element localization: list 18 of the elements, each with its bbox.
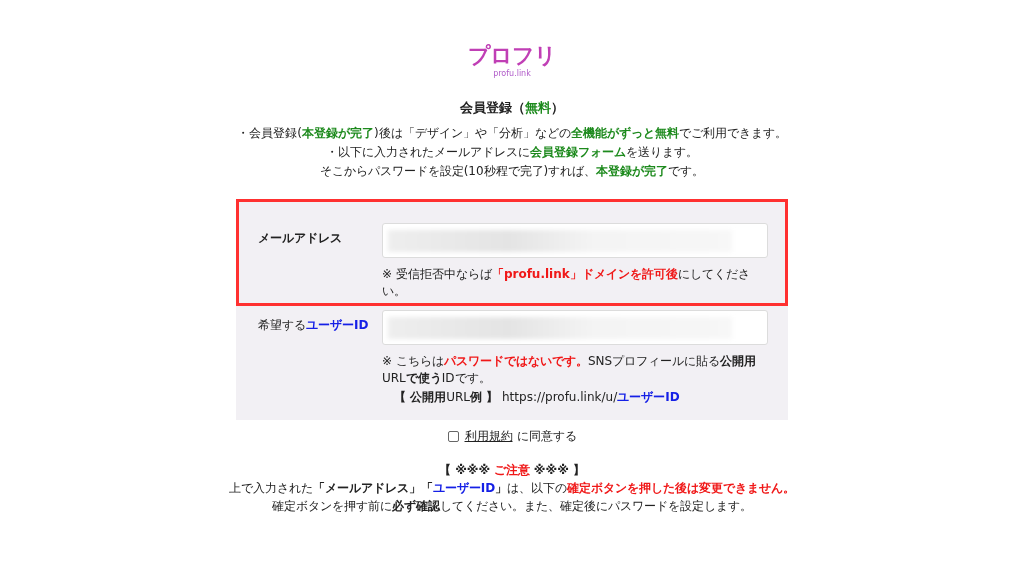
field-note: 【 公開用URL例 】 https://profu.link/u/ユーザーID [393,389,681,406]
caution-text: 確定ボタンを押す前に必ず確認してください。また、確定後にパスワードを設定します。 [272,498,752,515]
terms-link[interactable]: 利用規約 [464,428,513,445]
agree-checkbox[interactable] [447,431,459,442]
caution-text: 上で入力された「メールアドレス」「ユーザーID」は、以下の確定ボタンを押した後は変更できません。 [228,480,796,497]
caution-text: 【 ※※※ ご注意 ※※※ 】 [439,462,585,479]
intro-text: ・会員登録(本登録が完了)後は「デザイン」や「分析」などの全機能がずっと無料でご利用できます。 [237,125,787,142]
input-field[interactable] [382,223,768,258]
input-field[interactable] [382,310,768,345]
logo-domain: profu.link [493,69,531,78]
intro-text: そこからパスワードを設定(10秒程で完了)すれば、本登録が完了です。 [319,163,705,180]
field-note: ※ 受信拒否中ならば「profu.link」ドメインを許可後にしてください。 [382,266,751,300]
logo-wordmark: プロフリ [468,44,556,68]
page-title: 会員登録（無料） [460,100,564,116]
intro-text: ・以下に入力されたメールアドレスに会員登録フォームを送ります。 [326,144,698,161]
agree-label: に同意する [516,428,577,445]
field-label: メールアドレス [258,230,343,247]
field-label: 希望するユーザーID [258,317,370,334]
